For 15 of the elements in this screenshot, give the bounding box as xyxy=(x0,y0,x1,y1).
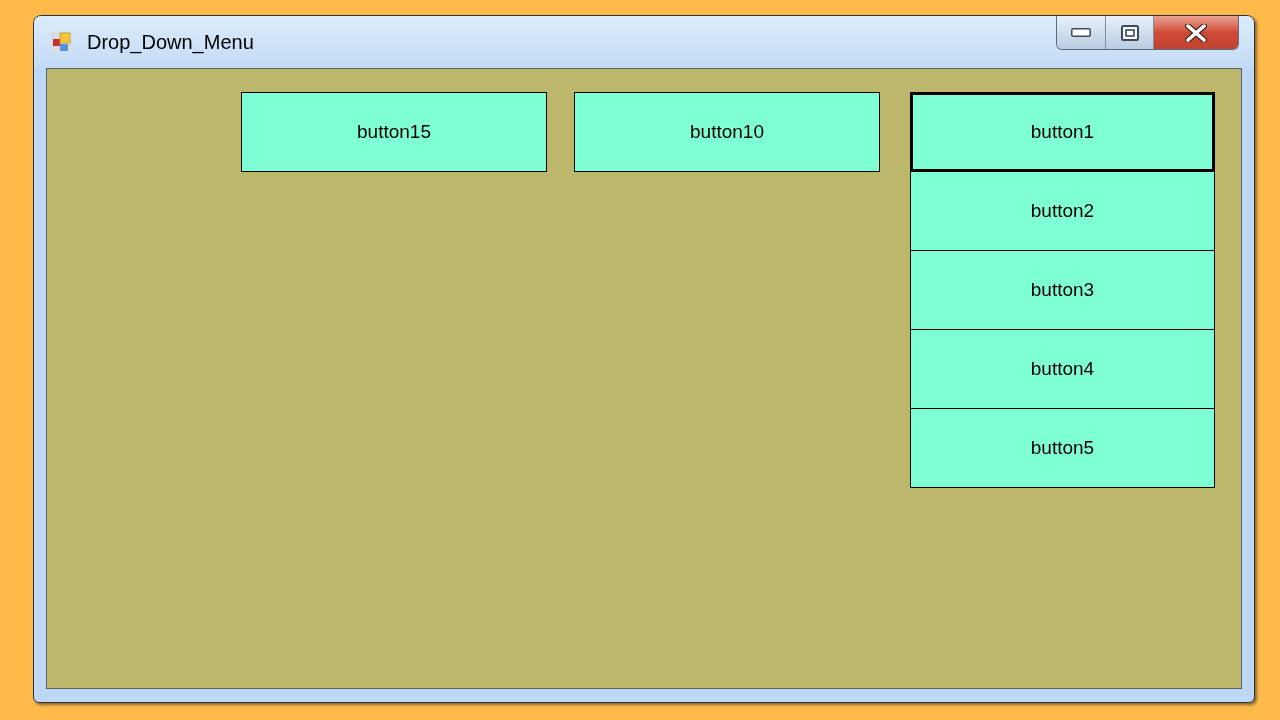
minimize-icon xyxy=(1071,28,1091,37)
dropdown-item[interactable]: button5 xyxy=(910,408,1215,488)
close-icon xyxy=(1185,23,1207,42)
dropdown-item[interactable]: button3 xyxy=(910,250,1215,330)
menu-button[interactable]: button10 xyxy=(574,92,880,172)
minimize-button[interactable] xyxy=(1057,16,1106,49)
close-button[interactable] xyxy=(1154,16,1238,49)
dropdown-item[interactable]: button4 xyxy=(910,329,1215,409)
menu-button[interactable]: button15 xyxy=(241,92,547,172)
window-title: Drop_Down_Menu xyxy=(87,31,254,53)
app-icon xyxy=(51,31,73,53)
dropdown-item[interactable]: button1 xyxy=(910,92,1215,172)
maximize-button[interactable] xyxy=(1106,16,1154,49)
dropdown-item[interactable]: button2 xyxy=(910,171,1215,251)
maximize-icon xyxy=(1120,24,1139,41)
